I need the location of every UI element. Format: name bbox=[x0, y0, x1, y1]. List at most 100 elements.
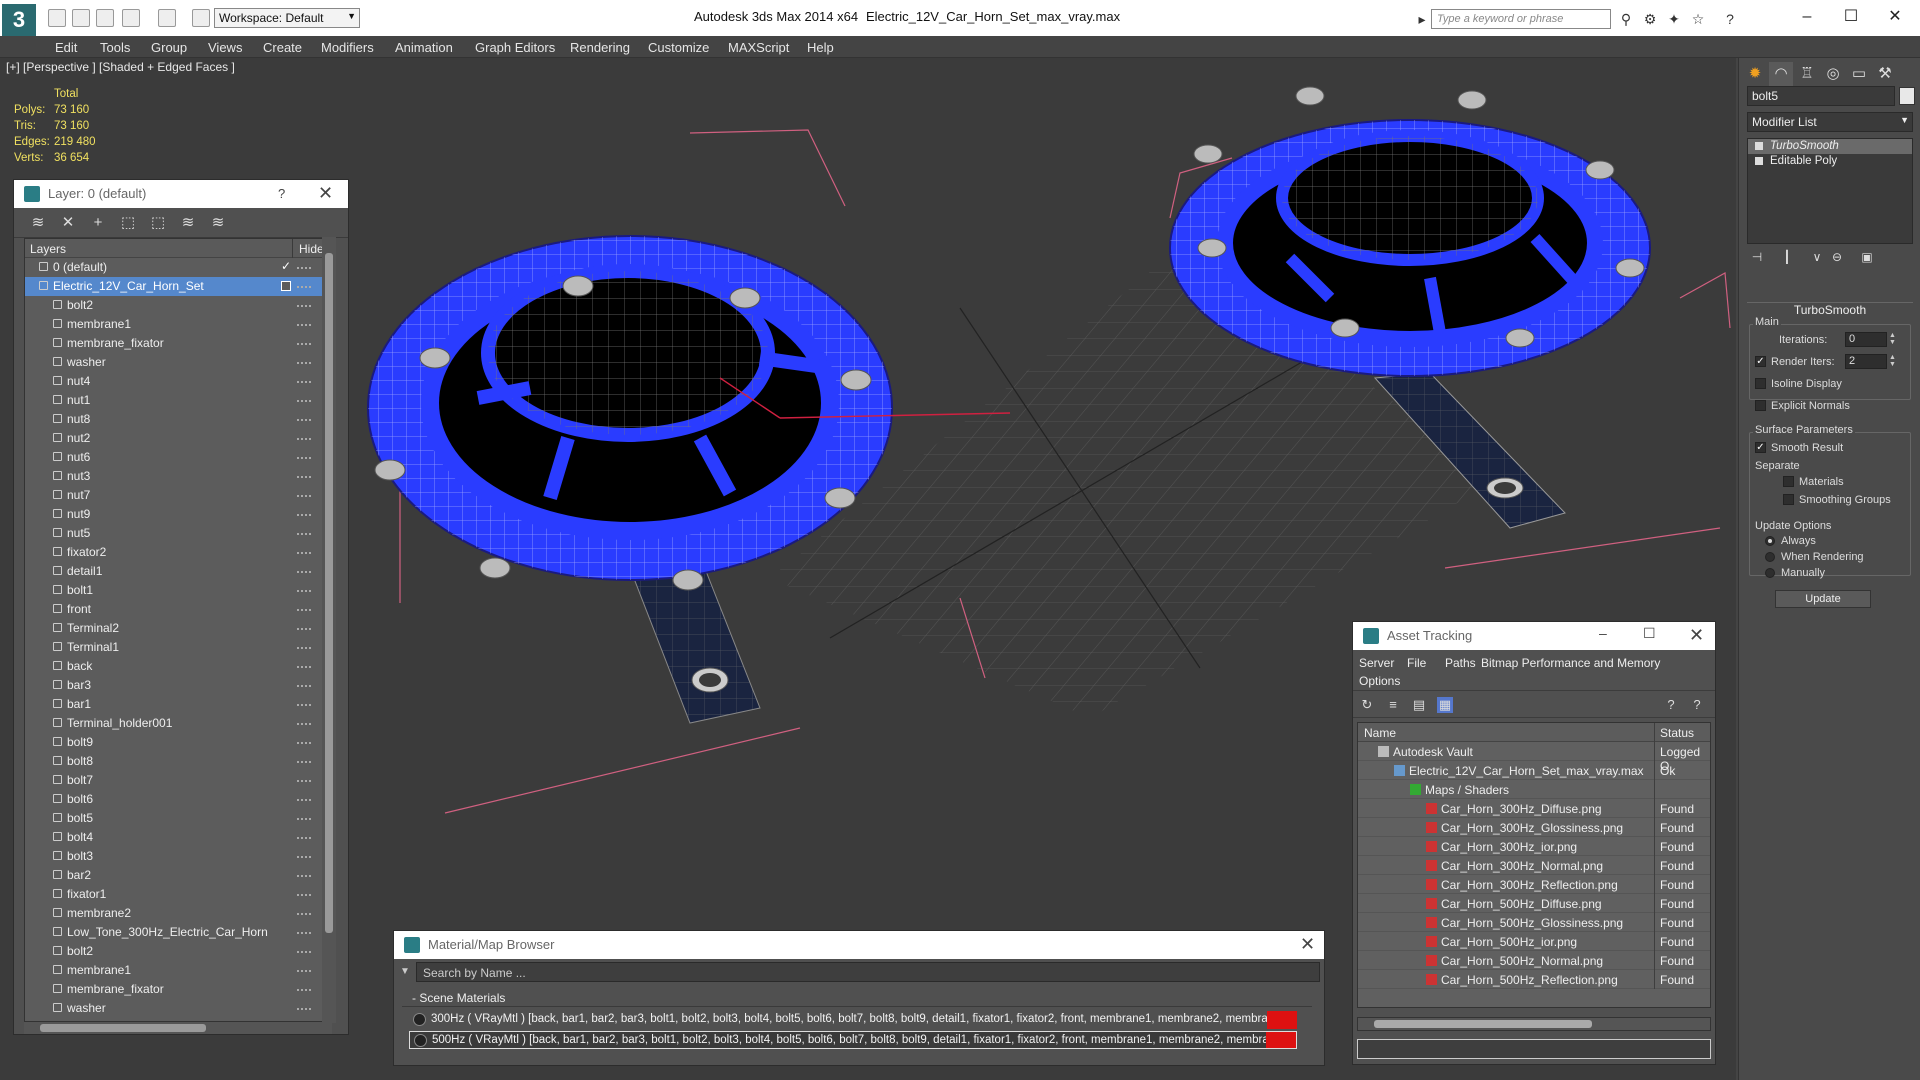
layer-row[interactable]: nut8 bbox=[25, 410, 331, 429]
hide-toggle[interactable] bbox=[297, 476, 311, 478]
create-tab-icon[interactable]: ✹ bbox=[1743, 62, 1767, 86]
workspace-dropdown[interactable]: Workspace: Default ▼ bbox=[214, 8, 360, 28]
asset-row[interactable]: Car_Horn_300Hz_Reflection.png Found bbox=[1358, 875, 1710, 894]
menu-group[interactable]: Group bbox=[151, 40, 187, 55]
configure-modifier-sets-icon[interactable]: ▣ bbox=[1859, 250, 1875, 266]
layer-list[interactable]: Layers Hide 0 (default) ✓ Electric_12V_Car… bbox=[24, 238, 332, 1022]
asset-row[interactable]: Car_Horn_300Hz_Normal.png Found bbox=[1358, 856, 1710, 875]
lightbulb-icon[interactable] bbox=[1755, 142, 1763, 150]
hide-toggle[interactable] bbox=[297, 590, 311, 592]
hide-toggle[interactable] bbox=[297, 647, 311, 649]
layer-row[interactable]: fixator1 bbox=[25, 885, 331, 904]
modifier-list-dropdown[interactable]: Modifier List ▼ bbox=[1747, 112, 1913, 132]
search-input[interactable]: Type a keyword or phrase bbox=[1431, 9, 1611, 29]
asset-row[interactable]: Car_Horn_500Hz_Diffuse.png Found bbox=[1358, 894, 1710, 913]
asset-row[interactable]: Car_Horn_300Hz_Diffuse.png Found bbox=[1358, 799, 1710, 818]
update-always-radio[interactable] bbox=[1765, 536, 1775, 546]
highlight-selected-icon[interactable]: ⬚ bbox=[148, 214, 168, 232]
browser-options-chevron-icon[interactable]: ▼ bbox=[400, 966, 410, 977]
layer-row[interactable]: nut6 bbox=[25, 448, 331, 467]
layer-hide-toggle[interactable] bbox=[281, 281, 291, 291]
asset-row[interactable]: Maps / Shaders bbox=[1358, 780, 1710, 799]
layer-row[interactable]: bolt7 bbox=[25, 771, 331, 790]
layer-row[interactable]: 0 (default) ✓ bbox=[25, 258, 331, 277]
hide-toggle[interactable] bbox=[297, 951, 311, 953]
layer-properties-icon[interactable]: ≋ bbox=[208, 214, 228, 232]
modify-tab-icon[interactable]: ◠ bbox=[1769, 62, 1793, 86]
hide-toggle[interactable] bbox=[297, 324, 311, 326]
isoline-display-checkbox[interactable] bbox=[1755, 378, 1766, 389]
current-layer-check-icon[interactable]: ✓ bbox=[281, 259, 291, 273]
asset-horizontal-scrollbar[interactable] bbox=[1357, 1017, 1711, 1031]
layer-row[interactable]: bar2 bbox=[25, 866, 331, 885]
explicit-normals-checkbox[interactable] bbox=[1755, 400, 1766, 411]
close-icon[interactable]: ✕ bbox=[1300, 934, 1315, 955]
smooth-result-checkbox[interactable]: ✓ bbox=[1755, 442, 1766, 453]
menu-create[interactable]: Create bbox=[263, 40, 302, 55]
layer-row[interactable]: nut9 bbox=[25, 505, 331, 524]
set-current-layer-icon[interactable]: ≋ bbox=[178, 214, 198, 232]
pin-stack-icon[interactable]: ⊣ bbox=[1749, 250, 1765, 266]
hide-toggle[interactable] bbox=[297, 837, 311, 839]
hide-toggle[interactable] bbox=[297, 305, 311, 307]
menu-animation[interactable]: Animation bbox=[395, 40, 453, 55]
column-layers[interactable]: Layers bbox=[30, 242, 66, 256]
delete-layer-icon[interactable]: ✕ bbox=[58, 214, 78, 232]
menu-help[interactable]: Help bbox=[807, 40, 834, 55]
hide-toggle[interactable] bbox=[297, 343, 311, 345]
object-name-field[interactable]: bolt5 bbox=[1747, 86, 1895, 106]
open-file-icon[interactable] bbox=[72, 9, 90, 27]
layer-row[interactable]: bolt8 bbox=[25, 752, 331, 771]
layer-row[interactable]: Low_Tone_300Hz_Electric_Car_Horn bbox=[25, 923, 331, 942]
layer-row[interactable]: bolt4 bbox=[25, 828, 331, 847]
motion-tab-icon[interactable]: ◎ bbox=[1821, 62, 1845, 86]
layer-row[interactable]: nut4 bbox=[25, 372, 331, 391]
app-logo-icon[interactable]: 3 bbox=[2, 4, 36, 36]
spinner-arrows-icon[interactable]: ▲ ▼ bbox=[1889, 332, 1897, 347]
layer-row[interactable]: membrane_fixator bbox=[25, 980, 331, 999]
layer-row[interactable]: detail1 bbox=[25, 562, 331, 581]
menu-rendering[interactable]: Rendering bbox=[570, 40, 630, 55]
help-icon[interactable]: ? bbox=[1663, 697, 1679, 713]
show-end-result-icon[interactable]: ┃ bbox=[1779, 250, 1795, 266]
menu-views[interactable]: Views bbox=[208, 40, 242, 55]
layer-row[interactable]: nut1 bbox=[25, 391, 331, 410]
hide-toggle[interactable] bbox=[297, 267, 311, 269]
expand-icon[interactable] bbox=[1755, 157, 1763, 165]
menu-options[interactable]: Options bbox=[1359, 674, 1400, 688]
menu-paths[interactable]: Paths bbox=[1445, 656, 1476, 670]
hide-toggle[interactable] bbox=[297, 609, 311, 611]
layer-row[interactable]: nut5 bbox=[25, 524, 331, 543]
layer-vertical-scrollbar[interactable] bbox=[322, 237, 336, 1023]
hide-toggle[interactable] bbox=[297, 913, 311, 915]
expand-search-icon[interactable]: ▸ bbox=[1414, 11, 1430, 27]
menu-tools[interactable]: Tools bbox=[100, 40, 130, 55]
menu-bitmap-performance[interactable]: Bitmap Performance and Memory bbox=[1481, 656, 1660, 670]
hide-toggle[interactable] bbox=[297, 723, 311, 725]
hide-toggle[interactable] bbox=[297, 1008, 311, 1010]
hide-toggle[interactable] bbox=[297, 362, 311, 364]
table-view-icon[interactable]: ▤ bbox=[1411, 697, 1427, 713]
asset-row[interactable]: Car_Horn_500Hz_Glossiness.png Found bbox=[1358, 913, 1710, 932]
layer-row[interactable]: bolt2 bbox=[25, 296, 331, 315]
column-status[interactable]: Status bbox=[1660, 726, 1694, 740]
asset-row[interactable]: Car_Horn_500Hz_ior.png Found bbox=[1358, 932, 1710, 951]
menu-modifiers[interactable]: Modifiers bbox=[321, 40, 374, 55]
column-name[interactable]: Name bbox=[1364, 726, 1396, 740]
asset-row[interactable]: Car_Horn_500Hz_Reflection.png Found bbox=[1358, 970, 1710, 989]
material-search-input[interactable]: Search by Name ... bbox=[416, 962, 1320, 982]
hierarchy-tab-icon[interactable]: ♖ bbox=[1795, 62, 1819, 86]
layer-row[interactable]: nut2 bbox=[25, 429, 331, 448]
hide-toggle[interactable] bbox=[297, 799, 311, 801]
hide-toggle[interactable] bbox=[297, 989, 311, 991]
favorites-star-icon[interactable]: ☆ bbox=[1690, 11, 1706, 27]
asset-tracking-titlebar[interactable]: Asset Tracking – ☐ ✕ bbox=[1353, 622, 1715, 650]
display-tab-icon[interactable]: ▭ bbox=[1847, 62, 1871, 86]
layer-row[interactable]: membrane2 bbox=[25, 904, 331, 923]
layer-row[interactable]: nut3 bbox=[25, 467, 331, 486]
refresh-icon[interactable]: ↻ bbox=[1359, 697, 1375, 713]
add-layer-icon[interactable]: + bbox=[88, 214, 108, 232]
layer-row[interactable]: bar3 bbox=[25, 676, 331, 695]
asset-row[interactable]: Car_Horn_300Hz_ior.png Found bbox=[1358, 837, 1710, 856]
communication-icon[interactable]: ✦ bbox=[1666, 11, 1682, 27]
